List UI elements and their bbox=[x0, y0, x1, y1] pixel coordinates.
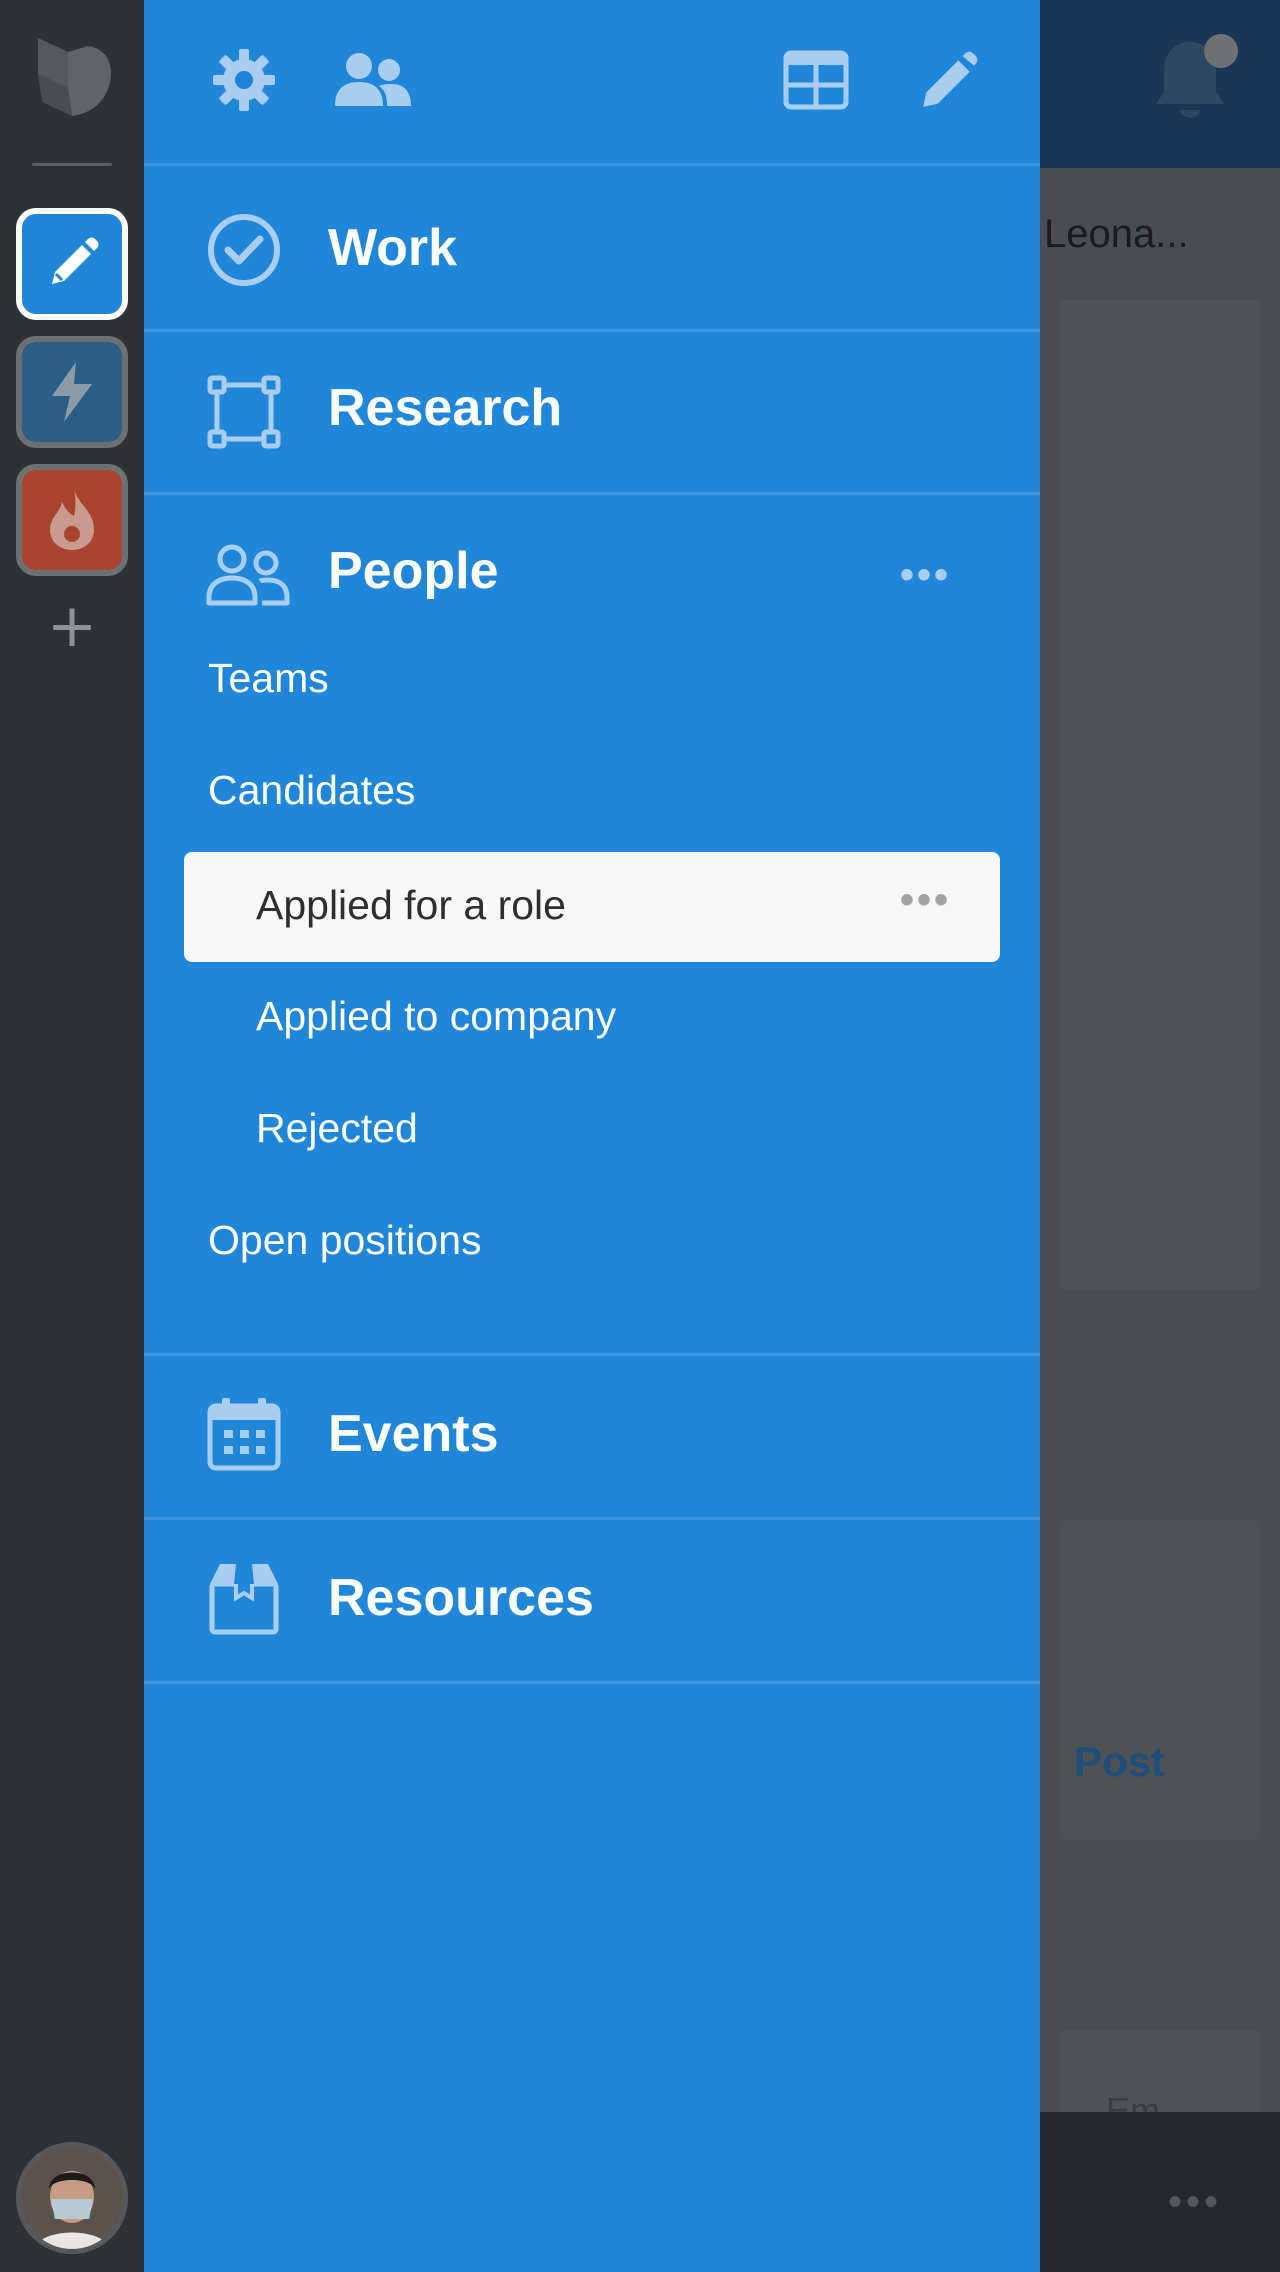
settings-button[interactable] bbox=[208, 44, 280, 116]
add-workspace-button[interactable]: + bbox=[44, 596, 100, 656]
nav-item-applied-to-company[interactable]: Applied to company bbox=[256, 993, 616, 1040]
pencil-icon bbox=[923, 51, 978, 107]
bolt-icon bbox=[52, 362, 92, 422]
nav-section-label: Research bbox=[328, 379, 563, 437]
grid-icon bbox=[783, 50, 849, 110]
nav-item-label: Applied for a role bbox=[256, 882, 566, 928]
nav-section-label: Resources bbox=[328, 1569, 594, 1627]
calendar-icon bbox=[207, 1398, 281, 1471]
nav-section-label: Work bbox=[328, 219, 458, 277]
workspace-button-bolt[interactable] bbox=[16, 336, 128, 448]
background-card bbox=[1060, 300, 1260, 1290]
nav-section-people: People ••• Teams Candidates Applied for … bbox=[144, 495, 1040, 1356]
people-icon bbox=[206, 544, 290, 606]
frame-icon bbox=[207, 375, 281, 449]
people-more-button[interactable]: ••• bbox=[900, 553, 951, 598]
nav-item-candidates[interactable]: Candidates bbox=[208, 767, 415, 814]
more-icon[interactable]: ••• bbox=[1168, 2180, 1222, 2225]
gear-icon bbox=[213, 49, 275, 111]
drawer-toolbar bbox=[144, 0, 1040, 166]
notification-dot bbox=[1204, 34, 1238, 68]
nav-item-open-positions[interactable]: Open positions bbox=[208, 1217, 482, 1264]
nav-section-label: Events bbox=[328, 1405, 499, 1463]
applied-role-more-button[interactable]: ••• bbox=[900, 878, 951, 923]
workspace-rail: + bbox=[0, 0, 144, 2272]
workspace-button-flame[interactable] bbox=[16, 464, 128, 576]
post-button[interactable]: Post bbox=[1074, 1738, 1165, 1786]
layout-button[interactable] bbox=[780, 44, 852, 116]
pencil-icon bbox=[52, 237, 99, 284]
background-card bbox=[1060, 1520, 1260, 1840]
flame-icon bbox=[50, 490, 94, 550]
nav-section-resources[interactable]: Resources bbox=[144, 1520, 1040, 1684]
nav-item-teams[interactable]: Teams bbox=[208, 655, 329, 702]
background-app: Leona... Post Em ••• bbox=[1040, 0, 1280, 2272]
edit-button[interactable] bbox=[912, 44, 984, 116]
nav-section-label[interactable]: People bbox=[328, 541, 499, 601]
check-circle-icon bbox=[208, 214, 280, 286]
people-icon bbox=[335, 53, 411, 106]
box-icon bbox=[209, 1564, 279, 1635]
members-button[interactable] bbox=[328, 44, 418, 116]
avatar[interactable] bbox=[16, 2142, 128, 2254]
nav-section-research[interactable]: Research bbox=[144, 332, 1040, 495]
workspace-button-active[interactable] bbox=[16, 208, 128, 320]
nav-section-events[interactable]: Events bbox=[144, 1356, 1040, 1520]
background-item-title: Leona... bbox=[1044, 212, 1189, 256]
nav-item-applied-for-role[interactable]: Applied for a role ••• bbox=[184, 852, 1000, 962]
nav-item-rejected[interactable]: Rejected bbox=[256, 1105, 418, 1152]
nav-section-work[interactable]: Work bbox=[144, 166, 1040, 332]
rail-divider bbox=[32, 163, 112, 166]
app-logo-icon[interactable] bbox=[34, 36, 114, 120]
navigation-drawer: Work Research People ••• Teams Candidate… bbox=[144, 0, 1040, 2272]
background-bottom-bar bbox=[1040, 2112, 1280, 2272]
